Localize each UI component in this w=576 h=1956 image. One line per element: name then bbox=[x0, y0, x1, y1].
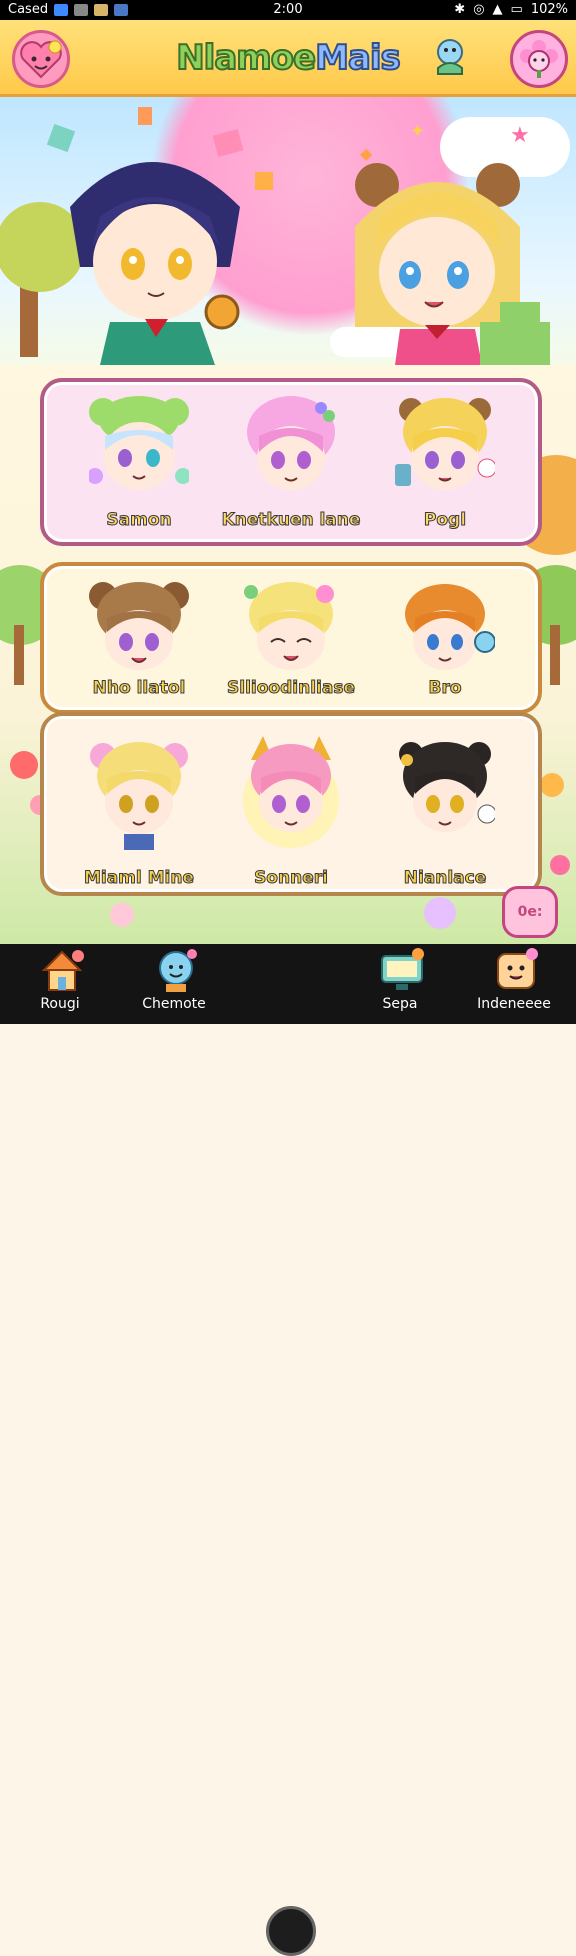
nav-label: Sepa bbox=[382, 996, 418, 1012]
character-name: Nianlace bbox=[403, 868, 487, 889]
hero-banner: ★ ✦ ◆ bbox=[0, 97, 576, 365]
side-action-button[interactable]: 0e: bbox=[502, 886, 558, 938]
signal-icon: ▲ bbox=[492, 2, 503, 17]
character-portrait bbox=[89, 582, 189, 670]
hero-illustration: ★ ✦ ◆ bbox=[0, 107, 550, 365]
character-card-row-1: Samon Knetkuen lane Pogl bbox=[40, 378, 542, 546]
system-home-button[interactable] bbox=[266, 1906, 316, 1956]
character-portrait bbox=[89, 396, 189, 490]
nav-item-collection[interactable]: Indeneeee bbox=[464, 944, 564, 1024]
character-portrait bbox=[395, 398, 495, 490]
mascot-button[interactable] bbox=[424, 30, 476, 82]
nav-label: Indeneeee bbox=[477, 996, 551, 1012]
character-tile[interactable]: Pogl bbox=[370, 382, 520, 532]
character-tile[interactable]: Bro bbox=[370, 566, 520, 716]
nav-label: Chemote bbox=[142, 996, 206, 1012]
svg-text:◆: ◆ bbox=[360, 144, 373, 163]
character-tile[interactable]: Nianlace bbox=[370, 722, 520, 889]
character-portrait bbox=[90, 742, 188, 850]
svg-text:★: ★ bbox=[510, 123, 530, 148]
nav-item-characters[interactable]: Chemote bbox=[124, 944, 224, 1024]
status-bar: Cased 2:00 ✱ ◎ ▲ ▭ 102% bbox=[0, 0, 576, 20]
heart-menu-button[interactable] bbox=[12, 30, 70, 88]
character-tile[interactable]: Sonneri bbox=[216, 722, 366, 889]
flower-button[interactable] bbox=[510, 30, 568, 88]
house-icon bbox=[41, 950, 84, 991]
battery-icon: ▭ bbox=[510, 2, 523, 17]
title-part1: Nlamoe bbox=[175, 37, 317, 79]
character-card-row-2: Nho llatol Sllioodinliase Bro bbox=[40, 562, 542, 714]
tv-icon bbox=[381, 948, 424, 990]
title-part2: Mais bbox=[314, 37, 402, 79]
character-portrait bbox=[247, 396, 335, 490]
character-tile[interactable]: Miaml Mine bbox=[64, 722, 214, 889]
character-portrait bbox=[244, 582, 334, 670]
character-name: Bro bbox=[428, 678, 462, 699]
nav-item-tv[interactable]: Sepa bbox=[350, 944, 450, 1024]
character-portrait bbox=[243, 736, 339, 848]
bluetooth-icon: ✱ bbox=[454, 2, 466, 17]
character-name: Pogl bbox=[423, 510, 467, 531]
flower-face-icon bbox=[520, 40, 558, 78]
nav-label: Rougi bbox=[40, 996, 80, 1012]
heart-face-icon bbox=[20, 40, 62, 79]
character-portrait bbox=[399, 742, 495, 832]
character-portrait bbox=[405, 584, 495, 670]
character-card-row-3: Miaml Mine Sonneri Nianlace bbox=[40, 712, 542, 896]
blob-mascot-icon bbox=[437, 39, 463, 75]
app-title: NlamoeMais bbox=[120, 37, 456, 79]
svg-text:✦: ✦ bbox=[410, 121, 425, 142]
alarm-icon: ◎ bbox=[473, 2, 485, 17]
cookie-icon bbox=[497, 948, 538, 989]
battery-percent: 102% bbox=[530, 2, 568, 17]
app-header: NlamoeMais bbox=[0, 20, 576, 97]
nav-item-home[interactable]: Rougi bbox=[10, 944, 110, 1024]
bottom-navigation: Rougi Chemote Sepa Indeneeee bbox=[0, 944, 576, 1956]
character-icon bbox=[159, 949, 197, 992]
